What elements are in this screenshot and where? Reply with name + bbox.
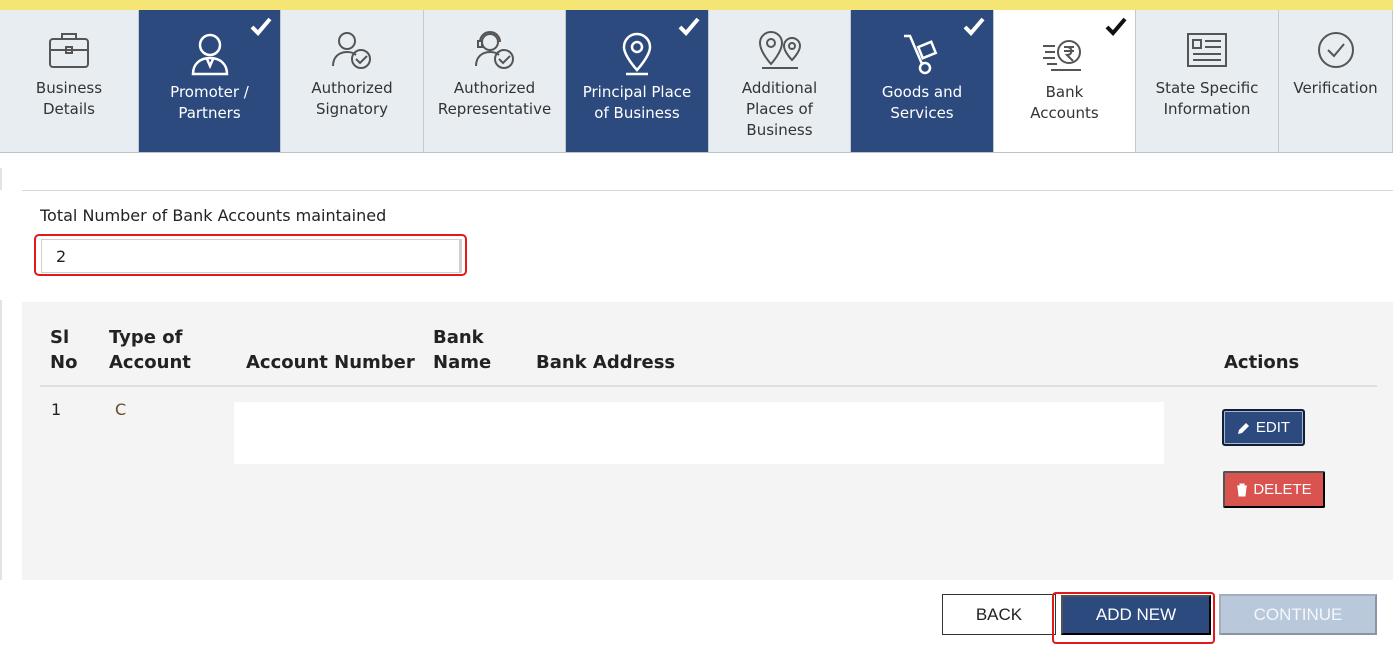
edit-button[interactable]: EDIT xyxy=(1222,409,1305,446)
rupee-coin-icon xyxy=(1041,32,1089,76)
bank-count-label: Total Number of Bank Accounts maintained xyxy=(40,206,387,225)
back-button[interactable]: BACK xyxy=(942,594,1056,635)
checkmark-icon xyxy=(250,17,272,36)
tab-label: Verification xyxy=(1293,79,1378,97)
tab-label: Authorized Signatory xyxy=(311,79,393,118)
tab-label: Promoter / Partners xyxy=(170,83,249,122)
tab-additional-places[interactable]: Additional Places of Business xyxy=(709,10,851,152)
header-actions: Actions xyxy=(1224,352,1300,373)
tab-goods-services[interactable]: Goods and Services xyxy=(851,10,994,152)
tab-label: Business Details xyxy=(35,79,103,118)
tab-label: Authorized Representative xyxy=(437,79,552,118)
left-divider xyxy=(0,300,2,580)
checkmark-icon xyxy=(678,17,700,36)
check-circle-icon xyxy=(1316,28,1356,72)
cell-account-type: C xyxy=(115,400,127,419)
tab-label: Bank Accounts xyxy=(1030,83,1099,122)
tab-label: Principal Place of Business xyxy=(582,83,692,122)
hand-truck-icon xyxy=(900,32,944,76)
pencil-icon xyxy=(1237,422,1249,434)
tab-bank-accounts[interactable]: Bank Accounts xyxy=(994,10,1136,152)
section-divider xyxy=(22,190,1393,191)
tab-label: Additional Places of Business xyxy=(741,79,818,139)
header-type-of-account: Type of Account xyxy=(109,327,191,373)
tab-authorized-representative[interactable]: Authorized Representative xyxy=(424,10,566,152)
header-bank-name: Bank Name xyxy=(433,327,492,373)
left-divider xyxy=(0,168,2,190)
tab-authorized-signatory[interactable]: Authorized Signatory xyxy=(281,10,424,152)
headset-user-check-icon xyxy=(474,28,516,72)
add-new-button[interactable]: ADD NEW xyxy=(1061,595,1211,635)
checkmark-icon xyxy=(963,17,985,36)
tab-state-specific[interactable]: State Specific Information xyxy=(1136,10,1279,152)
header-account-number: Account Number xyxy=(246,352,415,373)
user-check-icon xyxy=(331,28,373,72)
map-pin-icon xyxy=(620,32,654,76)
account-details-cell xyxy=(234,402,1164,464)
continue-button[interactable]: CONTINUE xyxy=(1219,594,1377,635)
multi-pin-icon xyxy=(756,28,804,72)
tab-promoter-partners[interactable]: Promoter / Partners xyxy=(139,10,281,152)
tab-principal-place[interactable]: Principal Place of Business xyxy=(566,10,709,152)
cell-sl-no: 1 xyxy=(51,400,62,419)
registration-tabs: Business Details Promoter / Partners Aut… xyxy=(0,10,1393,153)
person-icon xyxy=(190,32,230,76)
briefcase-icon xyxy=(48,28,90,72)
form-list-icon xyxy=(1186,28,1228,72)
header-sl-no: Sl No xyxy=(50,327,78,373)
delete-button[interactable]: DELETE xyxy=(1223,471,1325,508)
tab-verification[interactable]: Verification xyxy=(1279,10,1393,152)
tab-business-details[interactable]: Business Details xyxy=(0,10,139,152)
edit-label: EDIT xyxy=(1255,419,1291,436)
checkmark-icon xyxy=(1105,17,1127,36)
delete-label: DELETE xyxy=(1253,481,1312,498)
table-header-rule xyxy=(40,385,1377,387)
tab-label: Goods and Services xyxy=(881,83,963,122)
top-accent-strip xyxy=(0,0,1393,10)
header-bank-address: Bank Address xyxy=(536,352,676,373)
trash-icon xyxy=(1237,483,1248,496)
tab-label: State Specific Information xyxy=(1155,79,1259,118)
bank-count-input[interactable] xyxy=(41,239,462,273)
